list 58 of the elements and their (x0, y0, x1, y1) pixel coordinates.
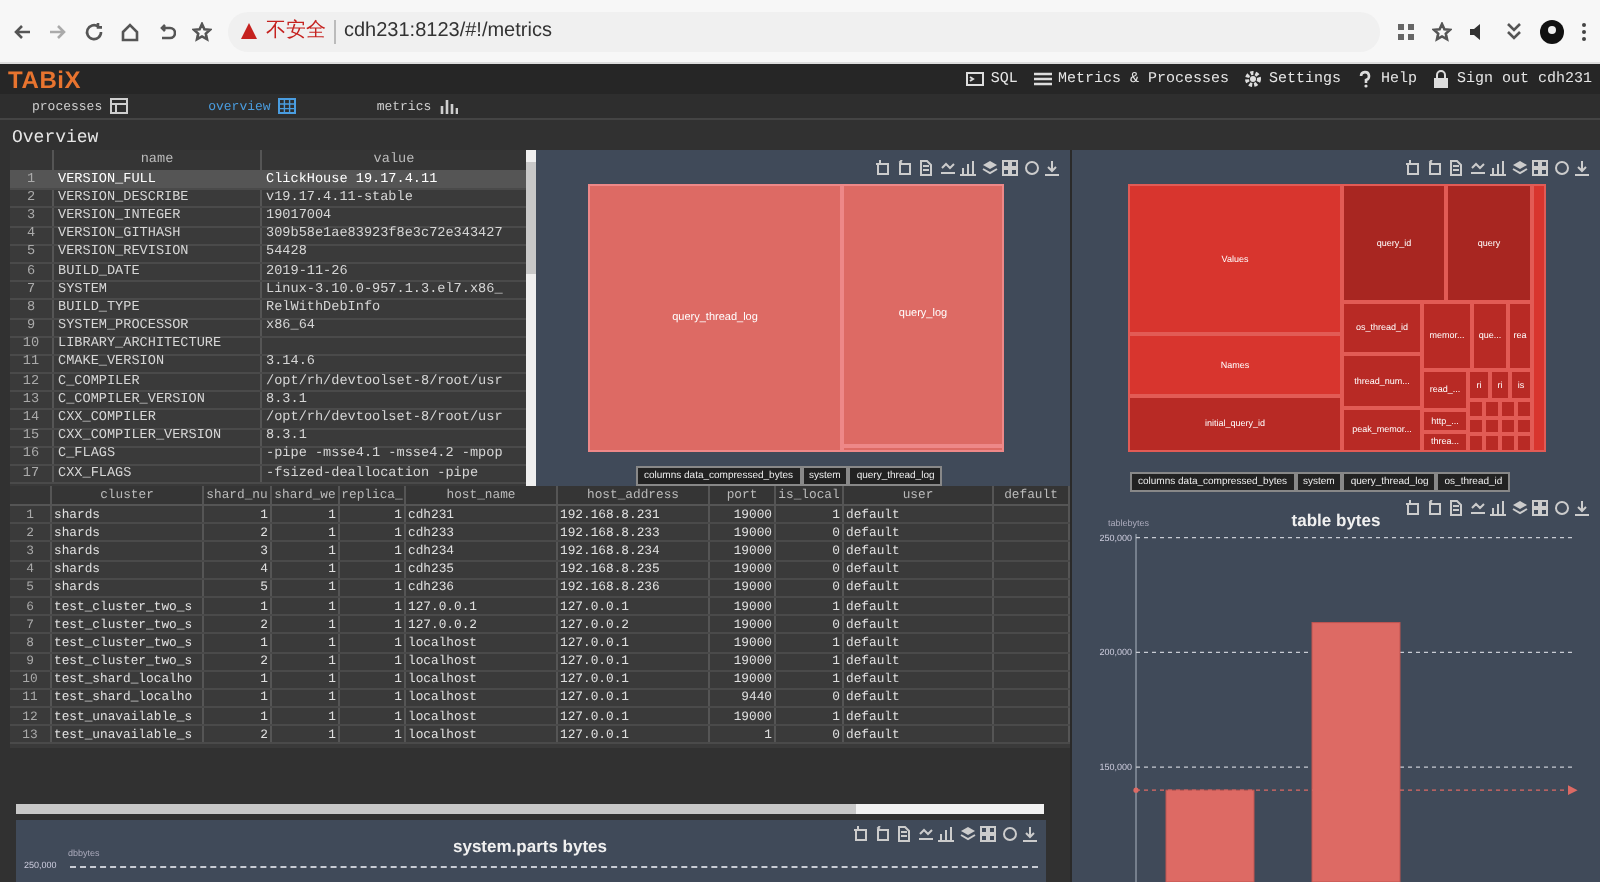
page-title: Overview (12, 130, 99, 148)
table-icon (110, 98, 129, 114)
chart-title: table bytes (1291, 510, 1381, 530)
star-icon[interactable] (192, 21, 212, 41)
list-icon (1033, 70, 1052, 88)
stack-icon[interactable] (981, 160, 997, 176)
warning-icon (240, 22, 258, 40)
bar-chart-icon[interactable] (1490, 160, 1506, 176)
terminal-icon (966, 70, 985, 88)
menu-icon[interactable] (1580, 21, 1588, 41)
avatar-icon[interactable] (1540, 19, 1564, 43)
star-icon[interactable] (1432, 21, 1452, 41)
zoom-box-icon[interactable] (854, 826, 870, 842)
stack-icon[interactable] (1511, 160, 1527, 176)
horizontal-scrollbar[interactable] (16, 804, 1044, 814)
download-icon[interactable] (1044, 160, 1060, 176)
settings-icon (1244, 70, 1263, 88)
document-icon[interactable] (1448, 160, 1464, 176)
grid-icon[interactable] (1396, 21, 1416, 41)
small-cells-drawing (1468, 400, 1532, 452)
grid-icon[interactable] (980, 826, 996, 842)
document-icon[interactable] (918, 160, 934, 176)
app-logo[interactable]: TABiX (8, 65, 82, 93)
scrollbar-thumb[interactable] (16, 804, 856, 814)
line-chart-icon[interactable] (1469, 500, 1485, 516)
grid-icon (278, 98, 297, 114)
lock-icon (1432, 70, 1451, 88)
document-icon[interactable] (1448, 500, 1464, 516)
download-icon[interactable] (1022, 826, 1038, 842)
line-chart-icon[interactable] (1469, 160, 1485, 176)
chevrons-icon[interactable] (1504, 21, 1524, 41)
stack-icon[interactable] (1511, 500, 1527, 516)
line-chart-icon[interactable] (917, 826, 933, 842)
chart-title: system.parts bytes (453, 836, 607, 856)
grid-icon[interactable] (1532, 500, 1548, 516)
home-icon[interactable] (120, 21, 140, 41)
help-icon (1356, 70, 1375, 88)
document-icon[interactable] (896, 826, 912, 842)
download-icon[interactable] (1574, 500, 1590, 516)
address-bar[interactable]: 不安全 cdh231:8123/#!/metrics (228, 11, 1380, 51)
zoom-box-icon[interactable] (1406, 500, 1422, 516)
url-text: cdh231:8123/#!/metrics (334, 19, 552, 43)
stack-icon[interactable] (959, 826, 975, 842)
vertical-scrollbar[interactable] (526, 150, 536, 486)
download-icon[interactable] (1574, 160, 1590, 176)
bar-chart-icon[interactable] (938, 826, 954, 842)
grid-icon[interactable] (1002, 160, 1018, 176)
security-label: 不安全 (266, 19, 326, 43)
zoom-box-icon[interactable] (876, 160, 892, 176)
bar-chart-icon (439, 98, 458, 114)
scrollbar-thumb[interactable] (526, 162, 536, 274)
back-icon[interactable] (12, 21, 32, 41)
reload-icon[interactable] (84, 21, 104, 41)
zoom-box-icon[interactable] (1406, 160, 1422, 176)
bar-chart-icon[interactable] (1490, 500, 1506, 516)
bar-chart-icon[interactable] (960, 160, 976, 176)
line-chart-icon[interactable] (939, 160, 955, 176)
grid-icon[interactable] (1532, 160, 1548, 176)
